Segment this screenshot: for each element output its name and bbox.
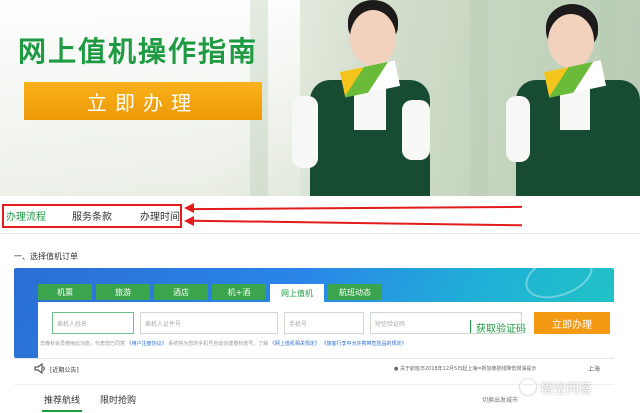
form-tips: 非春秋会员使用此功能，代表您已同意 《用户注册协议》 系统将为您的手机号自动创建… [40,340,406,347]
annotation-arrowhead [184,216,194,226]
page-root: 网上值机操作指南 立即办理 办理流程 服务条款 办理时间 一、选择值机订单 机票… [0,0,640,413]
tab-recommended-routes[interactable]: 推荐航线 [44,393,80,406]
active-route-tab-underline [42,410,82,412]
annotation-arrowhead [184,203,194,213]
notice-label: [近期公告] [50,367,79,374]
booking-tab-travel[interactable]: 旅游 [96,284,150,300]
hero-title: 网上值机操作指南 [18,35,259,68]
hero-banner: 网上值机操作指南 立即办理 [0,0,640,196]
tab-flash-sale[interactable]: 限时抢购 [100,393,136,406]
tips-text: 系统将为您的手机号自动创建春秋账号。了解 [168,341,269,347]
watermark-text: 悟空问答 [540,381,593,397]
apply-now-banner-button[interactable]: 立即办理 [24,82,262,120]
ticket-decoration [519,268,599,307]
passenger-id-input[interactable]: 乘机人证件号 [140,312,278,334]
checkin-rules-link[interactable]: 《网上值机相关规定》 [270,341,320,347]
notice-text[interactable]: ● 关于航班日2018年12月5日起上海=新加坡航线降低燃油提示 [394,365,536,372]
booking-tab-flight-status[interactable]: 航班动态 [328,284,382,300]
user-agreement-link[interactable]: 《用户注册协议》 [127,341,167,347]
notice-bar: [近期公告] ● 关于航班日2018年12月5日起上海=新加坡航线降低燃油提示 … [14,358,614,378]
passenger-name-input[interactable]: 乘机人姓名 [52,312,134,334]
dangerous-goods-link[interactable]: 《旅客行李中允许携带危险品的规定》 [321,341,406,347]
window-frame [470,0,488,196]
annotation-box [2,204,182,228]
section-title: 一、选择值机订单 [14,252,78,261]
tips-text: 非春秋会员使用此功能，代表您已同意 [40,341,126,347]
booking-tab-hotel[interactable]: 酒店 [154,284,208,300]
code-divider [470,320,471,333]
notice-city: 上海 [588,366,601,373]
get-code-button[interactable]: 获取验证码 [476,320,526,335]
booking-tab-online-checkin[interactable]: 网上值机 [270,284,324,302]
wukong-logo-icon [520,379,536,395]
submit-checkin-button[interactable]: 立即办理 [534,312,610,334]
checkin-form: 乘机人姓名 乘机人证件号 手机号 短信验证码 获取验证码 立即办理 [38,302,614,358]
booking-tab-flights[interactable]: 机票 [38,284,92,300]
phone-input[interactable]: 手机号 [284,312,364,334]
switch-city-link[interactable]: 切换出发城市 [482,395,518,404]
booking-tabs: 机票 旅游 酒店 机+酒 网上值机 航班动态 [38,284,386,302]
watermark: 悟空问答 [520,376,592,398]
booking-tab-flight-hotel[interactable]: 机+酒 [212,284,266,300]
speaker-icon [34,363,45,374]
